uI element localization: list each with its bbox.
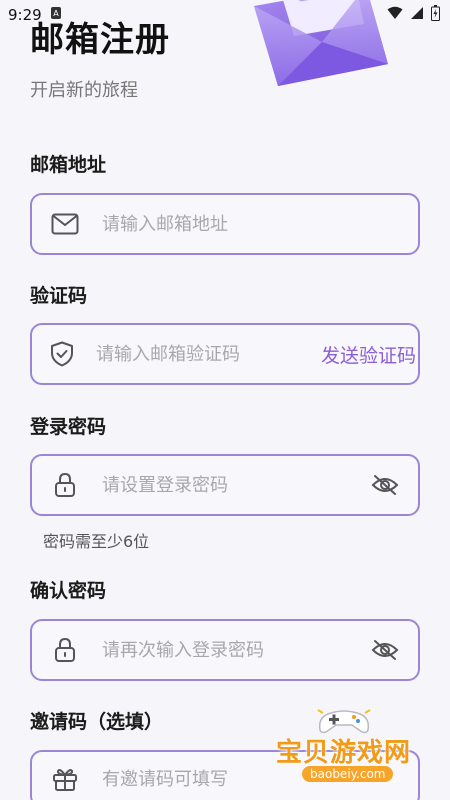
shield-check-icon xyxy=(50,339,74,369)
status-time: 9:29 xyxy=(8,6,42,24)
code-field[interactable]: 发送验证码 xyxy=(30,323,420,385)
svg-text:A: A xyxy=(53,9,59,18)
confirm-label: 确认密码 xyxy=(30,580,107,602)
watermark-text: 宝贝游戏网 xyxy=(276,738,412,768)
battery-icon xyxy=(431,5,440,25)
invite-label: 邀请码（选填） xyxy=(30,711,164,733)
email-field[interactable] xyxy=(30,193,420,255)
page-subtitle: 开启新的旅程 xyxy=(30,80,138,101)
status-bar: 9:29 A xyxy=(0,0,450,30)
password-hint: 密码需至少6位 xyxy=(43,532,150,551)
password-label: 登录密码 xyxy=(30,416,107,438)
code-input[interactable] xyxy=(96,325,321,383)
gift-icon xyxy=(50,764,80,794)
password-input[interactable] xyxy=(102,456,370,514)
mail-icon xyxy=(50,209,80,239)
password-field[interactable] xyxy=(30,454,420,516)
lock-icon xyxy=(50,470,80,500)
email-input[interactable] xyxy=(102,195,418,253)
lock-icon xyxy=(50,635,80,665)
email-label: 邮箱地址 xyxy=(30,154,107,176)
send-code-button[interactable]: 发送验证码 xyxy=(321,341,416,368)
confirm-password-input[interactable] xyxy=(102,621,370,679)
wifi-icon xyxy=(387,6,403,24)
code-label: 验证码 xyxy=(30,285,88,307)
notification-icon: A xyxy=(50,6,62,24)
watermark-logo: 宝贝游戏网 baobeiy.com xyxy=(276,706,426,786)
watermark-url: baobeiy.com xyxy=(302,766,394,782)
eye-off-icon[interactable] xyxy=(370,635,400,665)
confirm-password-field[interactable] xyxy=(30,619,420,681)
eye-off-icon[interactable] xyxy=(370,470,400,500)
signal-icon xyxy=(410,6,424,24)
